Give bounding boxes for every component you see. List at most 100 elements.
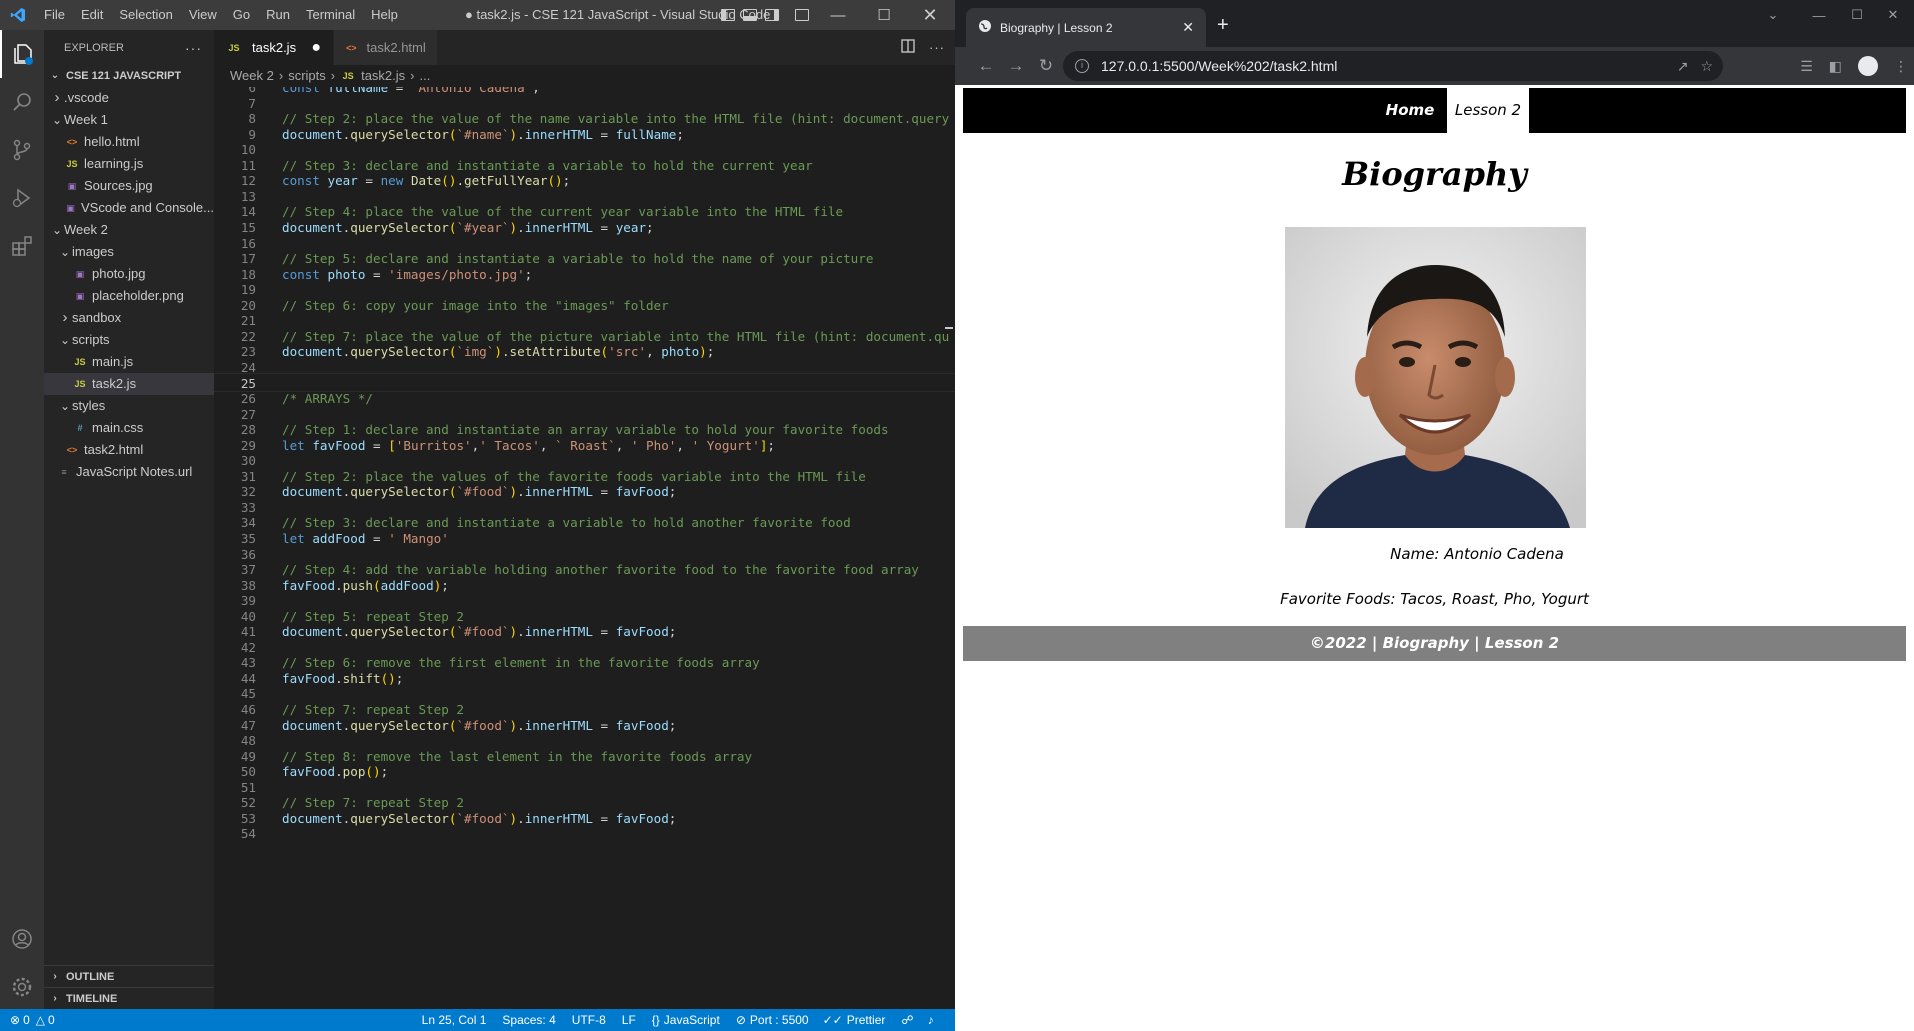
- explorer-icon[interactable]: [0, 30, 44, 78]
- breadcrumb-item[interactable]: scripts: [288, 65, 326, 87]
- timeline-section[interactable]: › TIMELINE: [44, 987, 214, 1009]
- workspace-root[interactable]: ⌄ CSE 121 JAVASCRIPT: [44, 65, 214, 87]
- js-file-icon: JS: [66, 159, 78, 169]
- cursor-position[interactable]: Ln 25, Col 1: [422, 1013, 487, 1027]
- chrome-tabstrip: Biography | Lesson 2 ✕ + ⌄ — ☐ ✕: [955, 0, 1914, 47]
- tree-file[interactable]: <> task2.html: [44, 439, 214, 461]
- bio-name: Name: Antonio Cadena: [1390, 545, 1564, 563]
- tree-file[interactable]: JS main.js: [44, 351, 214, 373]
- vscode-menubar: File Edit Selection View Go Run Terminal…: [36, 0, 406, 30]
- browser-tab[interactable]: Biography | Lesson 2 ✕: [966, 8, 1206, 47]
- indentation[interactable]: Spaces: 4: [502, 1013, 555, 1027]
- address-bar[interactable]: i 127.0.0.1:5500/Week%202/task2.html ↗ ☆: [1063, 51, 1723, 81]
- forward-arrow-icon[interactable]: →: [1001, 51, 1031, 81]
- editor-tabs: JS task2.js ● <> task2.html ···: [214, 30, 955, 65]
- extensions-icon[interactable]: [0, 222, 44, 270]
- feedback-icon[interactable]: ☍: [901, 1013, 913, 1027]
- close-icon[interactable]: ✕: [1870, 0, 1914, 30]
- outline-section[interactable]: › OUTLINE: [44, 965, 214, 987]
- tree-item-label: task2.html: [84, 442, 144, 457]
- tree-file[interactable]: ▣ placeholder.png: [44, 285, 214, 307]
- tree-folder[interactable]: › sandbox: [44, 307, 214, 329]
- chrome-window: Biography | Lesson 2 ✕ + ⌄ — ☐ ✕ ← → ↻ i…: [955, 0, 1914, 1031]
- menu-terminal[interactable]: Terminal: [298, 0, 363, 30]
- end-of-line[interactable]: LF: [622, 1013, 636, 1027]
- breadcrumb-item[interactable]: task2.js: [361, 65, 405, 87]
- tree-file[interactable]: ▣ Sources.jpg: [44, 175, 214, 197]
- tree-folder[interactable]: › .vscode: [44, 87, 214, 109]
- tab-task2-html[interactable]: <> task2.html: [334, 30, 438, 65]
- customize-layout-icon[interactable]: [795, 9, 809, 21]
- manage-gear-icon[interactable]: [0, 963, 44, 1011]
- notifications-bell-icon[interactable]: ♪: [928, 1013, 934, 1027]
- split-editor-icon[interactable]: [901, 39, 915, 56]
- status-bar: ⊗ 0 △ 0 Ln 25, Col 1 Spaces: 4 UTF-8 LF …: [0, 1009, 955, 1031]
- menu-selection[interactable]: Selection: [111, 0, 180, 30]
- tab-search-chevron-icon[interactable]: ⌄: [1750, 0, 1796, 30]
- toggle-sidebar-icon[interactable]: [721, 9, 735, 21]
- problems-status[interactable]: ⊗ 0 △ 0: [10, 1013, 55, 1027]
- chevron-right-icon: ›: [53, 970, 57, 982]
- layout-controls: [721, 0, 809, 30]
- live-server-port[interactable]: ⊘ Port : 5500: [736, 1013, 809, 1027]
- accounts-icon[interactable]: [0, 915, 44, 963]
- menu-file[interactable]: File: [36, 0, 73, 30]
- code-editor[interactable]: 6 const fullName = `Antonio Cadena`; 7 8// …: [214, 87, 955, 1009]
- tree-file[interactable]: JS learning.js: [44, 153, 214, 175]
- source-control-icon[interactable]: [0, 126, 44, 174]
- menu-go[interactable]: Go: [225, 0, 258, 30]
- tree-item-label: main.css: [92, 420, 144, 435]
- profile-avatar-icon[interactable]: [1858, 56, 1878, 76]
- close-tab-icon[interactable]: ✕: [1182, 19, 1194, 36]
- tree-folder[interactable]: ⌄ Week 1: [44, 109, 214, 131]
- nav-home-link[interactable]: Home: [1373, 88, 1447, 133]
- tree-item-label: task2.js: [92, 376, 137, 391]
- tree-file[interactable]: ≡ JavaScript Notes.url: [44, 461, 214, 483]
- tree-folder[interactable]: ⌄ scripts: [44, 329, 214, 351]
- nav-lesson-link[interactable]: Lesson 2: [1447, 88, 1529, 133]
- tab-title: Biography | Lesson 2: [1000, 20, 1113, 35]
- tree-folder[interactable]: ⌄ styles: [44, 395, 214, 417]
- menu-view[interactable]: View: [181, 0, 225, 30]
- menu-help[interactable]: Help: [363, 0, 406, 30]
- more-actions-icon[interactable]: ···: [185, 40, 202, 56]
- share-icon[interactable]: ↗: [1677, 58, 1689, 75]
- tree-file[interactable]: ▣ photo.jpg: [44, 263, 214, 285]
- maximize-icon[interactable]: ☐: [861, 0, 907, 30]
- breadcrumb-item[interactable]: ...: [420, 65, 431, 87]
- language-label: JavaScript: [663, 1013, 720, 1027]
- search-icon[interactable]: [0, 78, 44, 126]
- desktop: File Edit Selection View Go Run Terminal…: [0, 0, 1914, 1031]
- tree-file[interactable]: ▣ VScode and Console...: [44, 197, 214, 219]
- back-arrow-icon[interactable]: ←: [971, 51, 1001, 81]
- sidebar-bottom-sections: › OUTLINE › TIMELINE: [44, 965, 214, 1009]
- bookmark-star-icon[interactable]: ☆: [1700, 58, 1713, 75]
- menu-edit[interactable]: Edit: [73, 0, 111, 30]
- toggle-panel-icon[interactable]: [743, 9, 757, 21]
- tree-folder[interactable]: ⌄ Week 2: [44, 219, 214, 241]
- close-icon[interactable]: ✕: [907, 0, 953, 30]
- language-mode[interactable]: {} JavaScript: [652, 1013, 720, 1027]
- tree-folder[interactable]: ⌄ images: [44, 241, 214, 263]
- tree-file[interactable]: <> hello.html: [44, 131, 214, 153]
- tree-item-label: styles: [72, 398, 106, 413]
- tab-task2-js[interactable]: JS task2.js ●: [214, 30, 334, 65]
- more-actions-icon[interactable]: ···: [929, 40, 945, 55]
- chrome-menu-icon[interactable]: ⋮: [1894, 58, 1908, 75]
- reload-icon[interactable]: ↻: [1031, 51, 1061, 81]
- menu-run[interactable]: Run: [258, 0, 298, 30]
- unsaved-dot-icon[interactable]: ●: [311, 39, 321, 57]
- encoding[interactable]: UTF-8: [572, 1013, 606, 1027]
- minimize-icon[interactable]: —: [815, 0, 861, 30]
- side-panel-icon[interactable]: ◧: [1829, 58, 1842, 75]
- tree-file[interactable]: JS task2.js: [44, 373, 214, 395]
- media-controls-icon[interactable]: ☰: [1800, 58, 1813, 75]
- prettier-status[interactable]: ✓✓ Prettier: [823, 1013, 886, 1027]
- breadcrumb-item[interactable]: Week 2: [230, 65, 274, 87]
- site-info-icon[interactable]: i: [1075, 59, 1089, 73]
- tree-file[interactable]: # main.css: [44, 417, 214, 439]
- run-debug-icon[interactable]: [0, 174, 44, 222]
- toggle-secondary-sidebar-icon[interactable]: [765, 9, 779, 21]
- new-tab-icon[interactable]: +: [1217, 14, 1229, 37]
- html-file-icon: <>: [66, 137, 78, 147]
